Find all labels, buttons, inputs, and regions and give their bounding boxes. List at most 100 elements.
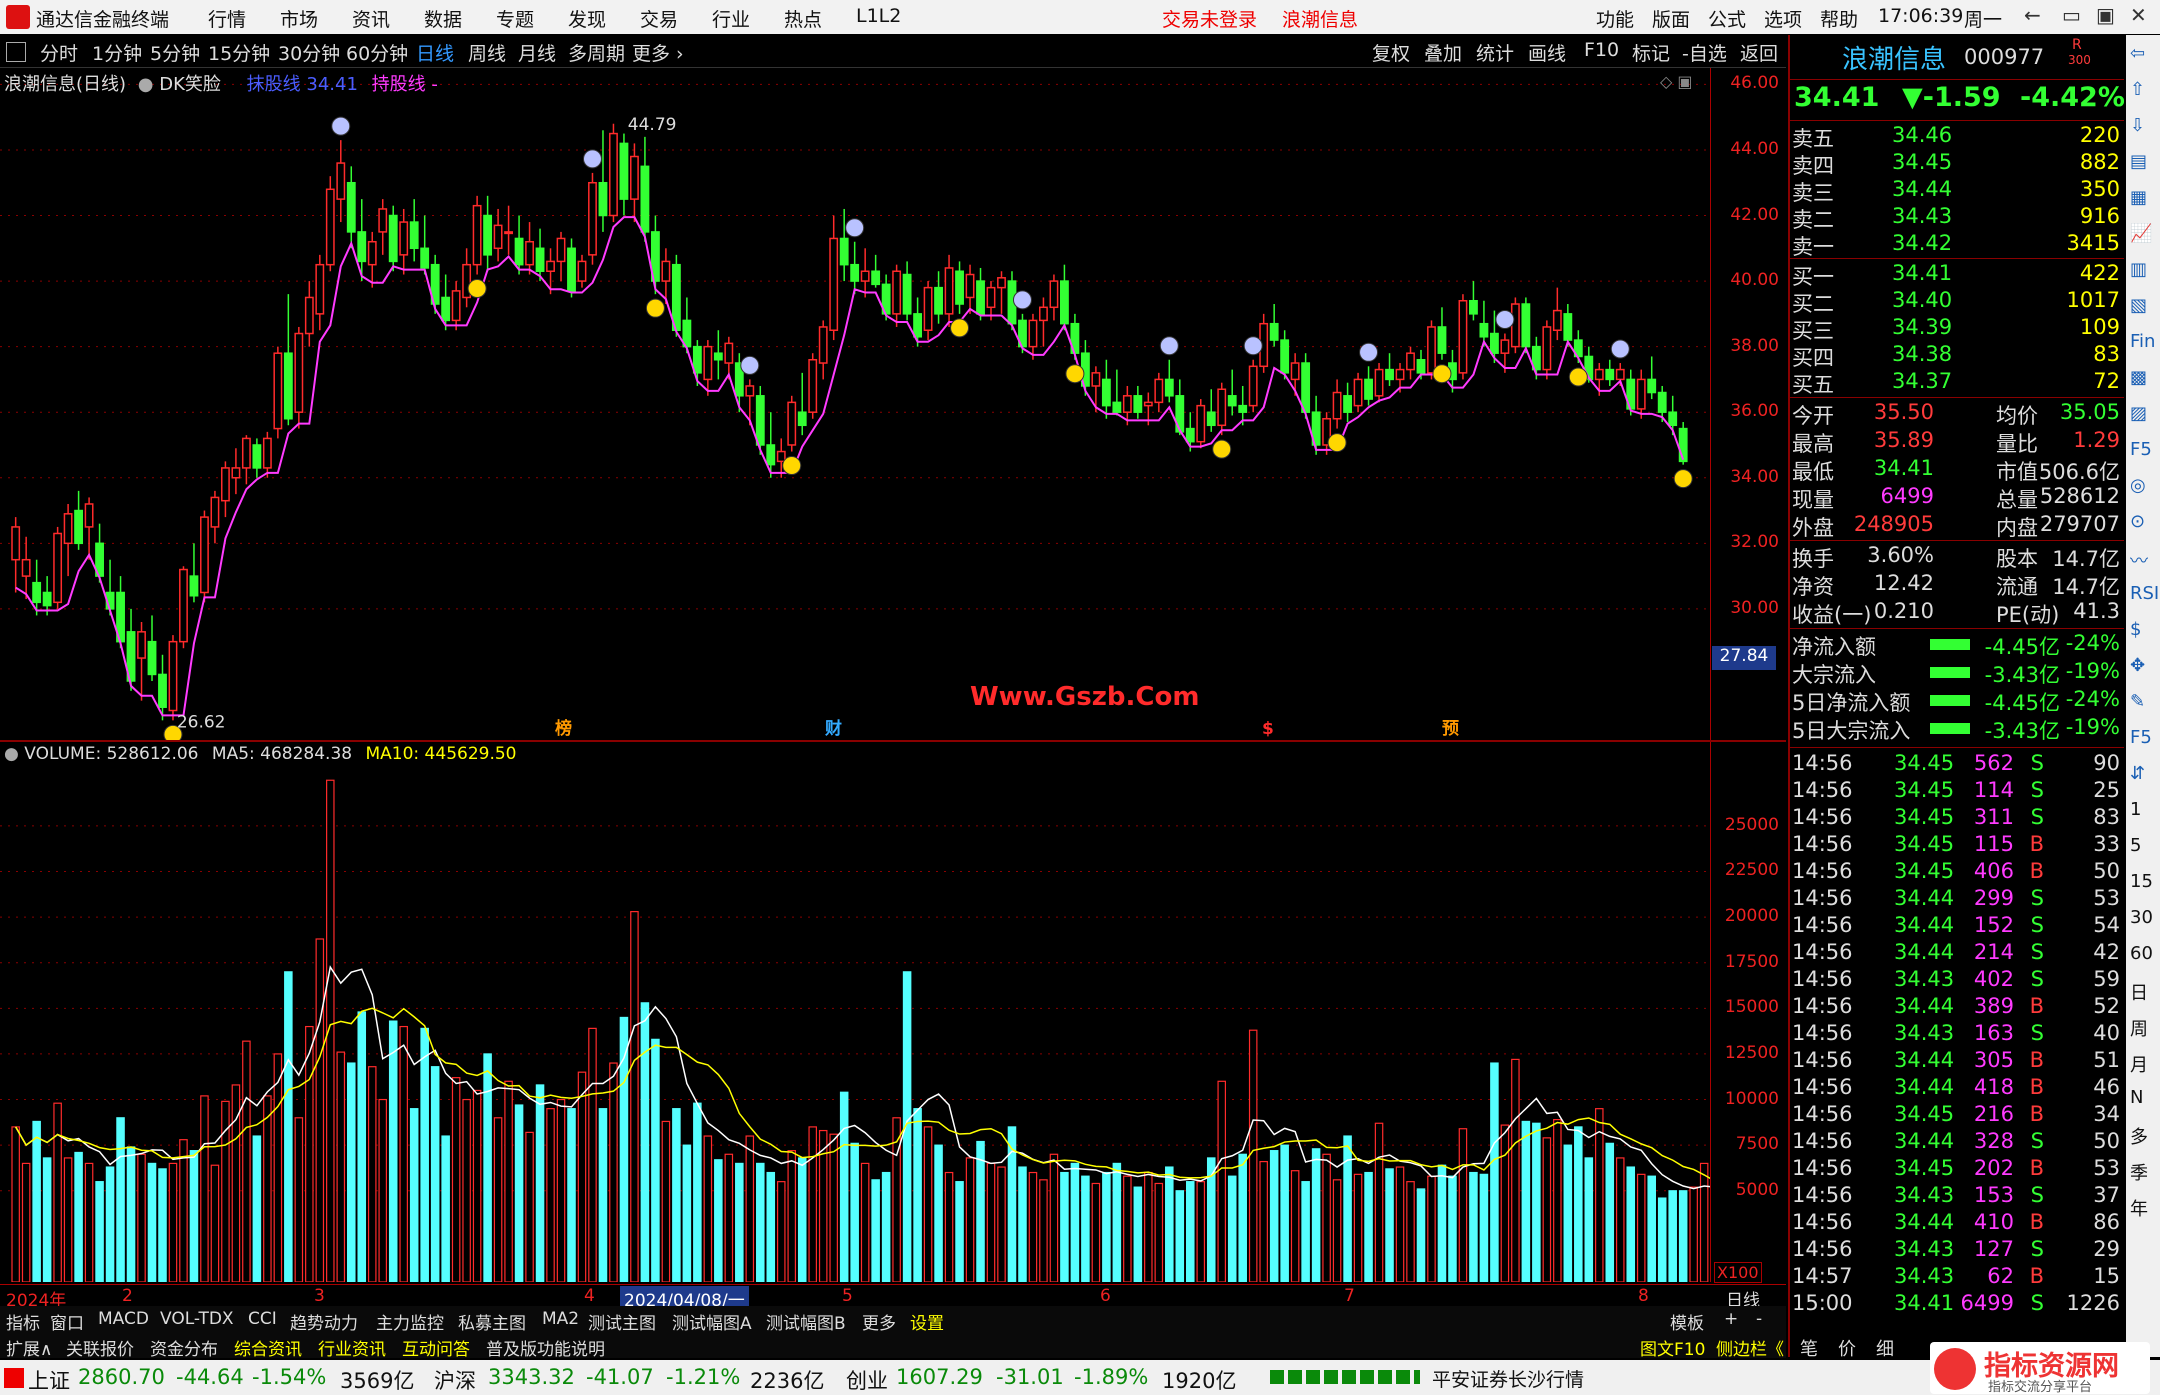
- tab-pujiban[interactable]: 普及版功能说明: [486, 1335, 605, 1360]
- volume-chart[interactable]: [0, 742, 1710, 1282]
- tab-qushidongli[interactable]: 趋势动力: [290, 1309, 358, 1334]
- period-15min[interactable]: 15分钟: [208, 39, 270, 66]
- menu-hangqing[interactable]: 行情: [208, 5, 246, 32]
- tab-ceshifutu-b[interactable]: 测试幅图B: [766, 1309, 846, 1334]
- zoom-out-button[interactable]: -: [1756, 1309, 1762, 1329]
- side-strip-icon[interactable]: ▨: [2130, 403, 2147, 424]
- tool-fanhui[interactable]: 返回: [1740, 39, 1778, 66]
- indicator-dot-icon[interactable]: ●: [138, 74, 154, 95]
- indicator-name[interactable]: DK笑脸: [159, 74, 221, 95]
- period-more[interactable]: 更多 ›: [632, 39, 684, 66]
- tab-kuozhan[interactable]: 扩展∧: [6, 1335, 52, 1360]
- event-marker[interactable]: 预: [1442, 719, 1459, 739]
- event-marker[interactable]: 财: [824, 718, 842, 739]
- tab-bi[interactable]: 笔: [1800, 1335, 1818, 1361]
- tab-tuwen-f10[interactable]: 图文F10: [1640, 1335, 1705, 1360]
- side-strip-icon[interactable]: ▤: [2130, 151, 2147, 172]
- period-monthly[interactable]: 月线: [518, 39, 556, 66]
- sh-label[interactable]: 上证: [28, 1365, 70, 1395]
- login-status[interactable]: 交易未登录: [1162, 5, 1257, 32]
- side-strip-icon[interactable]: ⇧: [2130, 79, 2145, 100]
- period-5min[interactable]: 5分钟: [150, 39, 200, 66]
- tool-zixuan[interactable]: -自选: [1682, 39, 1727, 66]
- menu-gongneng[interactable]: 功能: [1596, 5, 1634, 32]
- tab-vol-tdx[interactable]: VOL-TDX: [160, 1309, 234, 1329]
- tab-shezhi[interactable]: 设置: [910, 1309, 944, 1334]
- side-strip-icon[interactable]: 季: [2130, 1159, 2148, 1185]
- side-strip-icon[interactable]: 日: [2130, 979, 2148, 1005]
- back-icon[interactable]: ←: [2024, 3, 2041, 27]
- side-strip-icon[interactable]: 1: [2130, 799, 2141, 820]
- menu-shuju[interactable]: 数据: [424, 5, 462, 32]
- side-strip-icon[interactable]: 60: [2130, 943, 2153, 964]
- side-strip-icon[interactable]: ◎: [2130, 475, 2146, 496]
- tab-gengduo[interactable]: 更多: [862, 1309, 896, 1334]
- minimize-icon[interactable]: ▭: [2062, 3, 2081, 27]
- tab-zijinfenbu[interactable]: 资金分布: [150, 1335, 218, 1360]
- menu-zhuanti[interactable]: 专题: [496, 5, 534, 32]
- close-icon[interactable]: ✕: [2130, 3, 2147, 27]
- tab-cebianlan[interactable]: 侧边栏《: [1716, 1335, 1784, 1360]
- side-strip-icon[interactable]: 多: [2130, 1123, 2148, 1149]
- tab-xi[interactable]: 细: [1876, 1335, 1894, 1361]
- side-strip-icon[interactable]: ▥: [2130, 259, 2147, 280]
- menu-faxian[interactable]: 发现: [568, 5, 606, 32]
- menu-l1l2[interactable]: L1L2: [856, 5, 901, 27]
- menu-bangzhu[interactable]: 帮助: [1820, 5, 1858, 32]
- side-strip-icon[interactable]: $: [2130, 619, 2141, 640]
- tab-simuzhutu[interactable]: 私募主图: [458, 1309, 526, 1334]
- side-strip-icon[interactable]: Fin: [2130, 331, 2155, 352]
- menu-zixun[interactable]: 资讯: [352, 5, 390, 32]
- sz-label[interactable]: 沪深: [434, 1365, 476, 1395]
- tool-f10[interactable]: F10: [1584, 39, 1619, 61]
- tool-fuquan[interactable]: 复权: [1372, 39, 1410, 66]
- chart-option-icons[interactable]: ◇ ▣: [1660, 72, 1693, 91]
- side-strip-icon[interactable]: N: [2130, 1087, 2143, 1108]
- side-strip-icon[interactable]: 📈: [2130, 223, 2152, 244]
- tool-huaxian[interactable]: 画线: [1528, 39, 1566, 66]
- tab-moban[interactable]: 模板: [1670, 1309, 1704, 1334]
- side-strip-icon[interactable]: ▦: [2130, 187, 2147, 208]
- event-marker[interactable]: 榜: [555, 718, 572, 739]
- period-60min[interactable]: 60分钟: [346, 39, 408, 66]
- tab-ceshizhutu[interactable]: 测试主图: [588, 1309, 656, 1334]
- tab-ma2[interactable]: MA2: [542, 1309, 579, 1329]
- tab-ceshifutu-a[interactable]: 测试幅图A: [672, 1309, 752, 1334]
- tool-tongji[interactable]: 统计: [1476, 39, 1514, 66]
- side-strip-icon[interactable]: 30: [2130, 907, 2153, 928]
- menu-hangye[interactable]: 行业: [712, 5, 750, 32]
- cy-label[interactable]: 创业: [846, 1365, 888, 1395]
- menu-jiaoyi[interactable]: 交易: [640, 5, 678, 32]
- side-strip-icon[interactable]: 月: [2130, 1051, 2148, 1077]
- side-strip-icon[interactable]: 年: [2130, 1195, 2148, 1221]
- menu-banmian[interactable]: 版面: [1652, 5, 1690, 32]
- period-30min[interactable]: 30分钟: [278, 39, 340, 66]
- period-multi[interactable]: 多周期: [568, 39, 625, 66]
- side-strip-icon[interactable]: ▩: [2130, 367, 2147, 388]
- side-strip-icon[interactable]: RSI: [2130, 583, 2159, 604]
- tab-zhulijiankong[interactable]: 主力监控: [376, 1309, 444, 1334]
- candlestick-chart[interactable]: 44.79 26.62 榜 财 $ 预: [0, 68, 1710, 740]
- tab-macd[interactable]: MACD: [98, 1309, 149, 1329]
- tab-hangyezixun[interactable]: 行业资讯: [318, 1335, 386, 1360]
- tab-hudongwenda[interactable]: 互动问答: [402, 1335, 470, 1360]
- side-strip-icon[interactable]: 15: [2130, 871, 2153, 892]
- side-strip-icon[interactable]: ✥: [2130, 655, 2145, 676]
- side-strip-icon[interactable]: ⇵: [2130, 763, 2145, 784]
- tab-zonghezixun[interactable]: 综合资讯: [234, 1335, 302, 1360]
- side-strip-icon[interactable]: 5: [2130, 835, 2141, 856]
- side-strip-icon[interactable]: ▧: [2130, 295, 2147, 316]
- menu-shichang[interactable]: 市场: [280, 5, 318, 32]
- event-marker[interactable]: $: [1262, 719, 1274, 739]
- tab-chuangkou[interactable]: 窗口: [50, 1309, 84, 1334]
- side-strip-icon[interactable]: 〰: [2130, 547, 2148, 573]
- side-strip-icon[interactable]: ⊙: [2130, 511, 2145, 532]
- period-fenshi[interactable]: 分时: [40, 39, 78, 66]
- side-strip-icon[interactable]: ⇩: [2130, 115, 2145, 136]
- menu-gongshi[interactable]: 公式: [1708, 5, 1746, 32]
- panel-toggle-icon[interactable]: [6, 42, 26, 62]
- side-strip-icon[interactable]: ✎: [2130, 691, 2145, 712]
- menu-xuanxiang[interactable]: 选项: [1764, 5, 1802, 32]
- period-1min[interactable]: 1分钟: [92, 39, 142, 66]
- side-strip-icon[interactable]: F5: [2130, 727, 2152, 748]
